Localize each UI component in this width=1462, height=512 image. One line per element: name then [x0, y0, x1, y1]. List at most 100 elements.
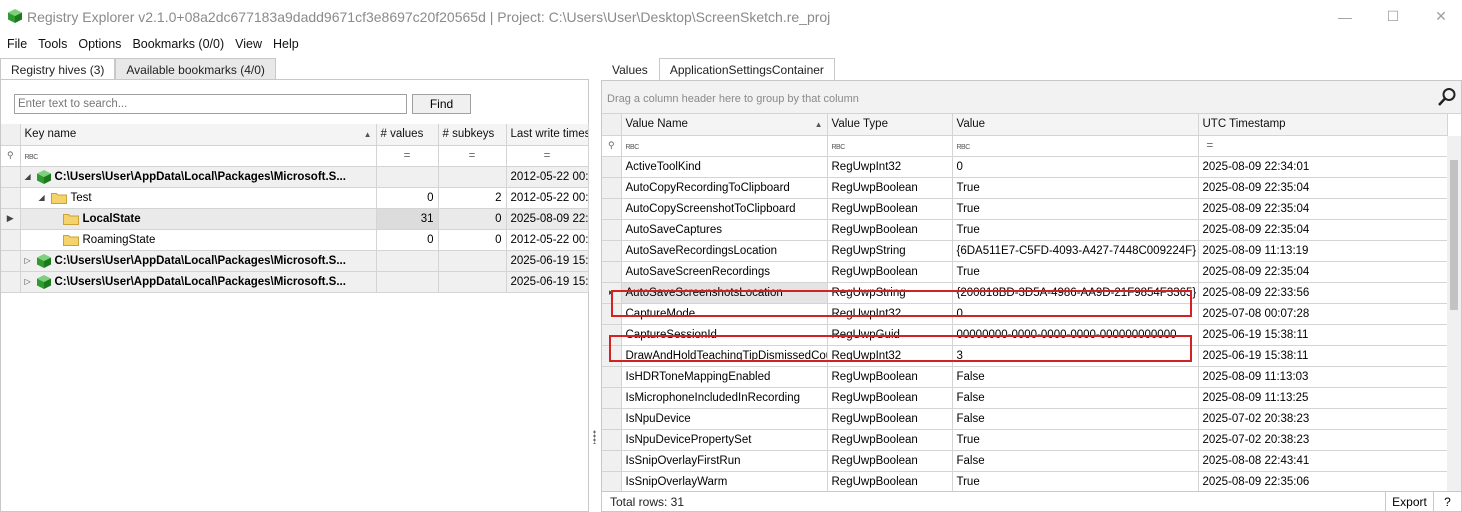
filter-num-subkeys[interactable]: = — [438, 145, 507, 167]
value-type-cell[interactable]: RegUwpBoolean — [827, 198, 953, 220]
value-row[interactable]: DrawAndHoldTeachingTipDismissedCount RegU… — [602, 345, 1448, 367]
col-num-values[interactable]: # values — [376, 124, 439, 146]
value-row[interactable]: AutoCopyScreenshotToClipboard RegUwpBoole… — [602, 198, 1448, 220]
filter-utc-timestamp[interactable]: = — [1198, 135, 1448, 157]
value-cell[interactable]: False — [952, 366, 1199, 388]
value-cell[interactable]: {6DA511E7-C5FD-4093-A427-7448C009224F} — [952, 240, 1199, 262]
value-row[interactable]: ActiveToolKind RegUwpInt32 0 2025-08-09 22:… — [602, 156, 1448, 178]
value-type-cell[interactable]: RegUwpBoolean — [827, 177, 953, 199]
value-type-cell[interactable]: RegUwpBoolean — [827, 408, 953, 430]
value-name-cell[interactable]: AutoCopyScreenshotToClipboard — [621, 198, 828, 220]
value-name-cell[interactable]: AutoSaveCaptures — [621, 219, 828, 241]
menu-help[interactable]: Help — [273, 37, 299, 51]
utc-timestamp-cell[interactable]: 2025-06-19 15:38:11 — [1198, 324, 1448, 346]
utc-timestamp-cell[interactable]: 2025-08-09 22:35:04 — [1198, 198, 1448, 220]
find-button[interactable]: Find — [412, 94, 471, 114]
utc-timestamp-cell[interactable]: 2025-08-09 11:13:03 — [1198, 366, 1448, 388]
value-name-cell[interactable]: IsNpuDevice — [621, 408, 828, 430]
value-row[interactable]: CaptureSessionId RegUwpGuid 00000000-0000-… — [602, 324, 1448, 346]
collapse-arrow-icon[interactable]: ◢ — [39, 193, 49, 202]
close-button[interactable]: ✕ — [1418, 0, 1462, 33]
utc-timestamp-cell[interactable]: 2025-08-09 22:35:04 — [1198, 177, 1448, 199]
value-row[interactable]: AutoCopyRecordingToClipboard RegUwpBoolea… — [602, 177, 1448, 199]
value-row[interactable]: IsNpuDevice RegUwpBoolean False 2025-07-02 … — [602, 408, 1448, 430]
value-name-cell[interactable]: IsSnipOverlayFirstRun — [621, 450, 828, 472]
value-name-cell[interactable]: IsHDRToneMappingEnabled — [621, 366, 828, 388]
export-button[interactable]: Export — [1385, 492, 1433, 512]
menu-bookmarks[interactable]: Bookmarks (0/0) — [132, 37, 224, 51]
value-type-cell[interactable]: RegUwpInt32 — [827, 345, 953, 367]
value-cell[interactable]: True — [952, 177, 1199, 199]
utc-timestamp-cell[interactable]: 2025-07-02 20:38:23 — [1198, 408, 1448, 430]
value-cell[interactable]: True — [952, 219, 1199, 241]
col-value-name[interactable]: Value Name ▲ — [621, 114, 828, 136]
value-cell[interactable]: 0 — [952, 303, 1199, 325]
utc-timestamp-cell[interactable]: 2025-08-09 22:34:01 — [1198, 156, 1448, 178]
splitter-grip-icon[interactable] — [593, 430, 596, 444]
search-input[interactable] — [14, 94, 407, 114]
value-cell[interactable]: False — [952, 387, 1199, 409]
value-cell[interactable]: False — [952, 408, 1199, 430]
utc-timestamp-cell[interactable]: 2025-08-09 22:33:56 — [1198, 282, 1448, 304]
group-by-panel[interactable]: Drag a column header here to group by th… — [602, 81, 1461, 114]
value-name-cell[interactable]: IsSnipOverlayWarm — [621, 471, 828, 491]
value-type-cell[interactable]: RegUwpGuid — [827, 324, 953, 346]
col-last-write[interactable]: Last write timest — [506, 124, 589, 146]
tree-row-selected[interactable]: ▶ LocalState 31 0 2025-08-09 22: — [1, 208, 589, 230]
tab-values[interactable]: Values — [601, 58, 659, 81]
value-row[interactable]: AutoSaveScreenRecordings RegUwpBoolean Tru… — [602, 261, 1448, 283]
col-value-type[interactable]: Value Type — [827, 114, 953, 136]
utc-timestamp-cell[interactable]: 2025-06-19 15:38:11 — [1198, 345, 1448, 367]
value-cell[interactable]: False — [952, 450, 1199, 472]
value-row[interactable]: CaptureMode RegUwpInt32 0 2025-07-08 00:07:… — [602, 303, 1448, 325]
filter-value-type[interactable]: RBC — [827, 135, 953, 157]
value-row[interactable]: IsHDRToneMappingEnabled RegUwpBoolean Fals… — [602, 366, 1448, 388]
tree-row[interactable]: ▷ C:\Users\User\AppData\Local\Packages\Mi… — [1, 271, 589, 293]
tree-key-cell[interactable]: ◢ C:\Users\User\AppData\Local\Packages\Mi… — [20, 166, 377, 188]
value-cell[interactable]: 00000000-0000-0000-0000-000000000000 — [952, 324, 1199, 346]
expand-arrow-icon[interactable]: ▷ — [25, 277, 35, 286]
collapse-arrow-icon[interactable]: ◢ — [25, 172, 35, 181]
tab-available-bookmarks[interactable]: Available bookmarks (4/0) — [115, 58, 276, 80]
col-value[interactable]: Value — [952, 114, 1199, 136]
col-utc-timestamp[interactable]: UTC Timestamp — [1198, 114, 1448, 136]
value-type-cell[interactable]: RegUwpBoolean — [827, 261, 953, 283]
tree-key-cell[interactable]: ▷ C:\Users\User\AppData\Local\Packages\Mi… — [20, 271, 377, 293]
filter-value-name[interactable]: RBC — [621, 135, 828, 157]
utc-timestamp-cell[interactable]: 2025-08-09 22:35:04 — [1198, 261, 1448, 283]
utc-timestamp-cell[interactable]: 2025-08-09 22:35:04 — [1198, 219, 1448, 241]
menu-view[interactable]: View — [235, 37, 262, 51]
utc-timestamp-cell[interactable]: 2025-08-09 11:13:19 — [1198, 240, 1448, 262]
minimize-button[interactable]: — — [1322, 0, 1368, 33]
filter-value[interactable]: RBC — [952, 135, 1199, 157]
tree-key-cell[interactable]: RoamingState — [20, 229, 377, 251]
tree-key-cell[interactable]: LocalState — [20, 208, 377, 230]
value-name-cell[interactable]: IsMicrophoneIncludedInRecording — [621, 387, 828, 409]
filter-last-write[interactable]: = — [506, 145, 589, 167]
filter-key-name[interactable]: RBC — [20, 145, 377, 167]
utc-timestamp-cell[interactable]: 2025-08-08 22:43:41 — [1198, 450, 1448, 472]
vertical-scrollbar[interactable] — [1447, 136, 1461, 491]
pane-splitter[interactable] — [589, 58, 601, 512]
value-name-cell[interactable]: IsNpuDevicePropertySet — [621, 429, 828, 451]
utc-timestamp-cell[interactable]: 2025-08-09 11:13:25 — [1198, 387, 1448, 409]
value-cell[interactable]: True — [952, 261, 1199, 283]
value-row[interactable]: IsMicrophoneIncludedInRecording RegUwpBoo… — [602, 387, 1448, 409]
value-cell[interactable]: True — [952, 429, 1199, 451]
scrollbar-thumb[interactable] — [1450, 160, 1458, 310]
value-type-cell[interactable]: RegUwpString — [827, 240, 953, 262]
value-name-cell[interactable]: AutoSaveRecordingsLocation — [621, 240, 828, 262]
value-name-cell[interactable]: AutoCopyRecordingToClipboard — [621, 177, 828, 199]
filter-num-values[interactable]: = — [376, 145, 439, 167]
help-button[interactable]: ? — [1433, 492, 1461, 512]
value-name-cell[interactable]: CaptureMode — [621, 303, 828, 325]
value-type-cell[interactable]: RegUwpInt32 — [827, 156, 953, 178]
value-name-cell[interactable]: ActiveToolKind — [621, 156, 828, 178]
tree-row[interactable]: ◢ Test 0 2 2012-05-22 00:0 — [1, 187, 589, 209]
menu-options[interactable]: Options — [78, 37, 121, 51]
utc-timestamp-cell[interactable]: 2025-07-08 00:07:28 — [1198, 303, 1448, 325]
tab-application-settings-container[interactable]: ApplicationSettingsContainer — [658, 58, 835, 81]
value-cell[interactable]: True — [952, 471, 1199, 491]
value-row[interactable]: IsSnipOverlayWarm RegUwpBoolean True 2025-0… — [602, 471, 1448, 491]
value-type-cell[interactable]: RegUwpInt32 — [827, 303, 953, 325]
